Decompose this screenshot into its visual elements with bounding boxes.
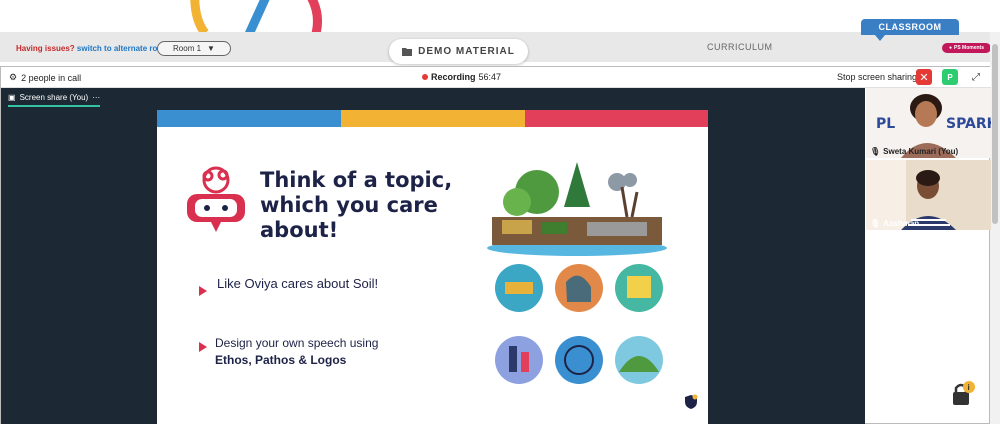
more-options-icon[interactable]: ··· (92, 93, 100, 102)
gear-icon[interactable]: ⚙ (9, 72, 17, 83)
bullet-design-speech: Design your own speech using Ethos, Path… (215, 335, 445, 369)
bullet-design-text: Design your own speech using (215, 336, 379, 350)
issues-notice: Having issues? switch to alternate room (16, 44, 169, 53)
issues-text: Having issues? (16, 44, 75, 53)
screen-share-stage: ▣ Screen share (You) ··· Think of a topi… (1, 88, 865, 424)
brain-mascot-icon (187, 166, 245, 232)
moments-label: PS Moments (954, 45, 985, 51)
participant-tile-sweta[interactable]: PL SPARK 🎙 Sweta Kumari (You) (866, 88, 991, 158)
screen-share-label: Screen share (You) (19, 93, 89, 102)
room-select-value: Room 1 (173, 44, 202, 53)
stop-sharing-text: Stop screen sharing (837, 72, 918, 82)
shield-icon[interactable] (684, 394, 698, 410)
participant-tile-aashman[interactable]: 🎙 Aashman (866, 160, 991, 230)
slide-title: Think of a topic, which you care about! (260, 168, 453, 242)
call-toolbar: ⚙ 2 people in call Recording 56:47 Stop … (1, 67, 991, 88)
stop-sharing-button[interactable]: ✕ (916, 69, 932, 85)
close-icon: ✕ (919, 71, 929, 84)
participant-name-aashman-label: Aashman (883, 219, 920, 228)
stripe-red (525, 110, 708, 127)
stripe-yellow (341, 110, 525, 127)
recording-dot-icon (422, 74, 428, 80)
bullet-arrow-icon (199, 286, 207, 296)
lock-icon[interactable]: i (948, 380, 976, 408)
dropdown-arrow-icon: ▼ (207, 44, 215, 53)
camera-icon: ● (948, 45, 952, 51)
fullscreen-icon[interactable]: ⤢ (969, 70, 983, 84)
microphone-icon: 🎙 (870, 219, 881, 228)
participant-name-aashman: 🎙 Aashman (870, 219, 919, 228)
participant-name-sweta-label: Sweta Kumari (You) (883, 147, 959, 156)
microphone-icon: 🎙 (870, 147, 881, 156)
switch-room-link[interactable]: switch to alternate room (77, 44, 169, 53)
recording-indicator: Recording 56:47 (422, 72, 501, 82)
scrollbar-thumb[interactable] (992, 44, 998, 224)
screen-share-tab[interactable]: ▣ Screen share (You) ··· (8, 93, 101, 107)
bullet-soil: Like Oviya cares about Soil! (217, 276, 379, 291)
ps-moments-badge[interactable]: ● PS Moments (942, 43, 991, 53)
people-count-label: 2 people in call (21, 72, 82, 83)
classroom-tab[interactable]: CLASSROOM (861, 19, 959, 41)
recording-time: 56:47 (478, 72, 502, 82)
participants-count[interactable]: ⚙ 2 people in call (9, 72, 81, 83)
room-select[interactable]: Room 1 ▼ (157, 41, 231, 56)
video-call-window: ⚙ 2 people in call Recording 56:47 Stop … (0, 66, 991, 424)
monitor-icon: ▣ (8, 93, 16, 102)
environment-illustration (487, 162, 667, 256)
bullet-design-bold: Ethos, Pathos & Logos (215, 353, 347, 367)
bullet-arrow-icon (199, 342, 207, 352)
participant-name-sweta: 🎙 Sweta Kumari (You) (870, 147, 958, 156)
shared-slide: Think of a topic, which you care about! … (157, 110, 708, 424)
svg-text:i: i (968, 383, 970, 392)
playspark-logo-right: SPARK (946, 116, 991, 132)
recording-label: Recording (431, 72, 476, 82)
stripe-blue (157, 110, 341, 127)
demo-material-button[interactable]: DEMO MATERIAL (389, 39, 528, 64)
folder-icon (402, 48, 413, 56)
playspark-logo-left: PL (876, 116, 895, 132)
environment-icons-grid (495, 264, 663, 384)
demo-material-label: DEMO MATERIAL (418, 46, 515, 57)
p-button[interactable]: P (942, 69, 958, 85)
root: { "top": { "issues_prefix": "Having issu… (0, 0, 1000, 424)
curriculum-tab[interactable]: CURRICULUM (707, 42, 773, 52)
